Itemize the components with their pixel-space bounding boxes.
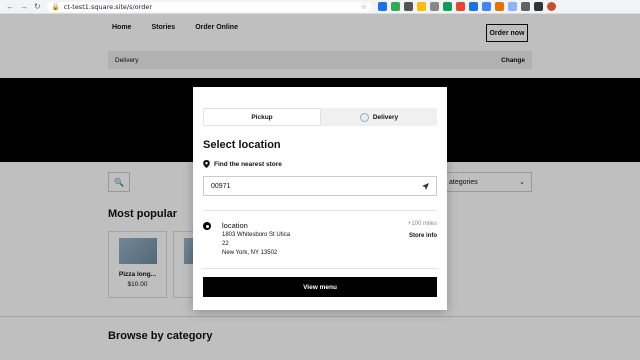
find-nearest-label: Find the nearest store xyxy=(214,160,282,168)
tab-delivery[interactable]: Delivery xyxy=(321,108,437,126)
location-address-line2: 22 xyxy=(222,241,229,247)
star-icon[interactable]: ☆ xyxy=(361,3,367,11)
modal-title: Select location xyxy=(203,139,281,151)
reload-icon[interactable]: ↻ xyxy=(34,2,41,11)
tab-pickup-label: Pickup xyxy=(251,113,273,121)
location-pin-icon xyxy=(203,160,210,168)
extension-icon[interactable] xyxy=(481,2,491,11)
extensions xyxy=(377,2,556,11)
locate-arrow-icon[interactable] xyxy=(422,182,429,190)
location-distance: +100 miles xyxy=(407,221,437,227)
extension-icon[interactable] xyxy=(442,2,452,11)
zip-input[interactable]: 00971 xyxy=(203,176,437,196)
extension-icon[interactable] xyxy=(377,2,387,11)
tab-delivery-label: Delivery xyxy=(372,113,399,121)
cursor-indicator xyxy=(359,112,369,122)
extension-icon[interactable] xyxy=(429,2,439,11)
lock-icon: 🔒 xyxy=(51,2,60,11)
extension-icon[interactable] xyxy=(533,2,543,11)
extension-icon[interactable] xyxy=(416,2,426,11)
find-nearest-store[interactable]: Find the nearest store xyxy=(203,160,282,168)
forward-icon[interactable]: → xyxy=(20,2,28,11)
location-address-line1: 1803 Whitesboro St Utica xyxy=(222,232,291,238)
fulfillment-tabs: Pickup Delivery xyxy=(203,108,437,126)
extension-icon[interactable] xyxy=(455,2,465,11)
location-address-line3: New York, NY 13502 xyxy=(222,250,278,256)
address-bar[interactable]: 🔒 ct-test1.square.site/s/order ☆ xyxy=(46,1,372,12)
browser-nav: ← → ↻ xyxy=(0,2,41,11)
location-modal: Pickup Delivery Select location Find the… xyxy=(193,87,447,310)
url-text: ct-test1.square.site/s/order xyxy=(63,2,152,11)
location-name: location xyxy=(222,221,248,230)
extension-icon[interactable] xyxy=(403,2,413,11)
radio-selected-icon[interactable] xyxy=(203,222,211,230)
avatar[interactable] xyxy=(546,2,556,11)
browser-toolbar: ← → ↻ 🔒 ct-test1.square.site/s/order ☆ xyxy=(0,0,640,14)
divider xyxy=(203,210,437,211)
puzzle-icon[interactable] xyxy=(520,2,530,11)
zip-value: 00971 xyxy=(211,182,231,190)
view-menu-button[interactable]: View menu xyxy=(203,277,437,297)
extension-icon[interactable] xyxy=(390,2,400,11)
store-info-link[interactable]: Store info xyxy=(409,233,437,239)
extension-icon[interactable] xyxy=(507,2,517,11)
extension-icon[interactable] xyxy=(494,2,504,11)
back-icon[interactable]: ← xyxy=(6,2,14,11)
extension-icon[interactable] xyxy=(468,2,478,11)
divider xyxy=(203,268,437,269)
tab-pickup[interactable]: Pickup xyxy=(204,109,320,125)
